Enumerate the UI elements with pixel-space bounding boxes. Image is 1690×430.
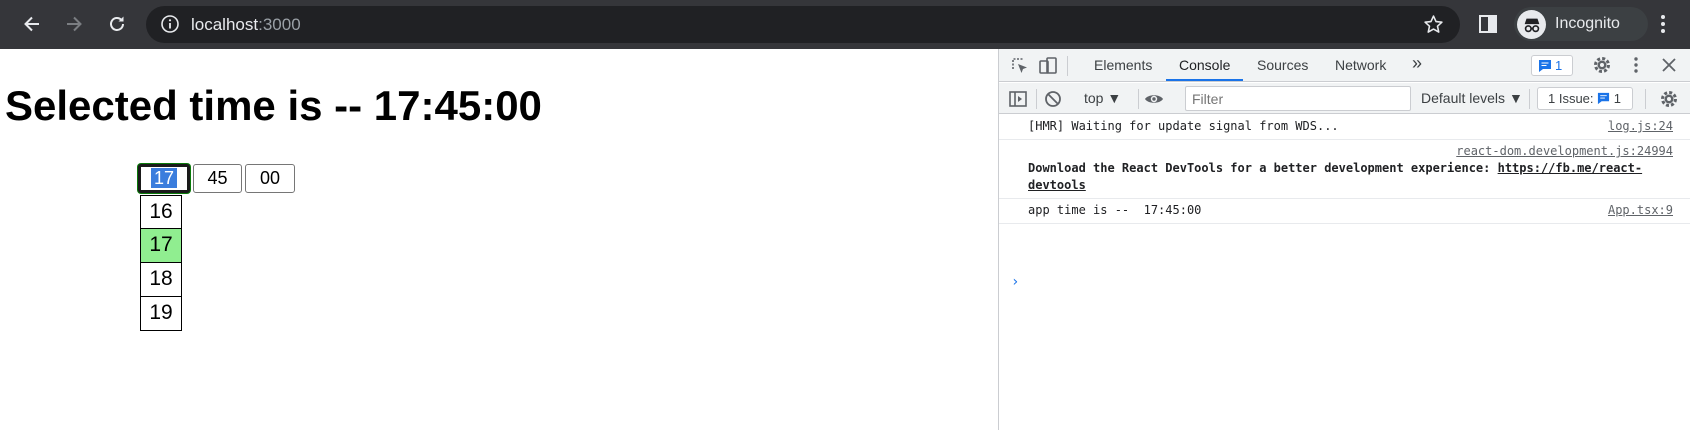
divider [1529, 89, 1530, 109]
active-tab-indicator [1166, 79, 1243, 81]
divider [1036, 89, 1037, 109]
console-message: app time is -- 17:45:00 App.tsx:9 [999, 199, 1690, 224]
more-tabs-button[interactable]: » [1412, 53, 1422, 74]
hour-option[interactable]: 19 [140, 297, 182, 331]
profile-button[interactable]: Incognito [1514, 7, 1648, 41]
hour-input-value: 17 [150, 168, 178, 188]
profile-label: Incognito [1555, 15, 1620, 32]
message-text: app time is -- 17:45:00 [1028, 203, 1202, 217]
url-text: localhost:3000 [191, 15, 301, 34]
divider [1645, 89, 1646, 109]
browser-toolbar: localhost:3000 Incognito [0, 0, 1690, 49]
back-button[interactable] [14, 6, 50, 42]
console-settings-icon[interactable] [1659, 89, 1679, 109]
hour-option-selected[interactable]: 17 [140, 229, 182, 263]
console-message: [HMR] Waiting for update signal from WDS… [999, 115, 1690, 140]
back-icon [24, 16, 39, 32]
console-prompt[interactable]: › [1011, 274, 1019, 290]
inspect-icon[interactable] [1010, 56, 1030, 76]
devtools-tabbar: Elements Console Sources Network » 1 [999, 49, 1690, 82]
minute-input[interactable]: 45 [193, 164, 242, 193]
context-label: top [1084, 90, 1104, 106]
sidepanel-icon[interactable] [1477, 13, 1499, 35]
second-input[interactable]: 00 [245, 164, 295, 193]
message-text: Download the React DevTools for a better… [1028, 161, 1498, 175]
chevron-down-icon: ▼ [1508, 90, 1523, 106]
device-toolbar-icon[interactable] [1038, 56, 1058, 76]
console-toolbar: top ▼ Default levels ▼ 1 Issue: 1 [999, 83, 1690, 114]
address-bar[interactable]: localhost:3000 [146, 6, 1460, 43]
console-messages: [HMR] Waiting for update signal from WDS… [999, 115, 1690, 224]
settings-icon[interactable] [1592, 55, 1612, 75]
clear-console-icon[interactable] [1043, 89, 1063, 109]
message-icon [1539, 60, 1551, 72]
filter-input[interactable] [1185, 86, 1411, 111]
info-icon[interactable] [160, 14, 180, 34]
reload-icon [110, 16, 124, 31]
issues-count: 1 [1613, 91, 1622, 106]
hour-input[interactable]: 17 [138, 164, 190, 193]
forward-icon [67, 16, 82, 32]
tab-network[interactable]: Network [1335, 57, 1386, 73]
page-title: Selected time is -- 17:45:00 [5, 82, 542, 129]
hour-option[interactable]: 18 [140, 263, 182, 297]
tab-elements[interactable]: Elements [1094, 57, 1152, 73]
issues-button[interactable]: 1 Issue: 1 [1537, 87, 1633, 110]
divider [1138, 89, 1139, 109]
page-viewport: Selected time is -- 17:45:00 17 45 00 16… [0, 49, 998, 430]
more-icon[interactable] [1651, 12, 1675, 36]
message-source-link[interactable]: react-dom.development.js:24994 [1456, 143, 1673, 160]
messages-badge[interactable]: 1 [1531, 55, 1573, 76]
sidebar-toggle-icon[interactable] [1008, 89, 1028, 109]
divider [1067, 56, 1068, 76]
message-source-link[interactable]: log.js:24 [1608, 118, 1673, 135]
message-source-link[interactable]: App.tsx:9 [1608, 202, 1673, 219]
hour-dropdown: 16 17 18 19 [140, 195, 182, 331]
tab-console[interactable]: Console [1179, 57, 1230, 73]
messages-count: 1 [1555, 58, 1563, 73]
incognito-icon [1517, 10, 1546, 39]
context-selector[interactable]: top ▼ [1084, 90, 1121, 106]
hour-option[interactable]: 16 [140, 195, 182, 229]
chevron-down-icon: ▼ [1107, 90, 1122, 106]
eye-icon[interactable] [1144, 89, 1164, 109]
reload-button[interactable] [99, 6, 135, 42]
log-levels-label: Default levels [1421, 90, 1506, 106]
message-text: [HMR] Waiting for update signal from WDS… [1028, 119, 1339, 133]
log-levels-dropdown[interactable]: Default levels ▼ [1421, 90, 1523, 106]
devtools-panel: Elements Console Sources Network » 1 top… [998, 49, 1690, 430]
forward-button[interactable] [56, 6, 92, 42]
issues-label: 1 Issue: [1548, 91, 1594, 106]
star-icon[interactable] [1423, 14, 1444, 35]
devtools-more-icon[interactable] [1626, 55, 1646, 75]
close-icon[interactable] [1659, 55, 1679, 75]
console-message: react-dom.development.js:24994 Download … [999, 140, 1690, 199]
message-icon [1598, 92, 1610, 105]
tab-sources[interactable]: Sources [1257, 57, 1308, 73]
